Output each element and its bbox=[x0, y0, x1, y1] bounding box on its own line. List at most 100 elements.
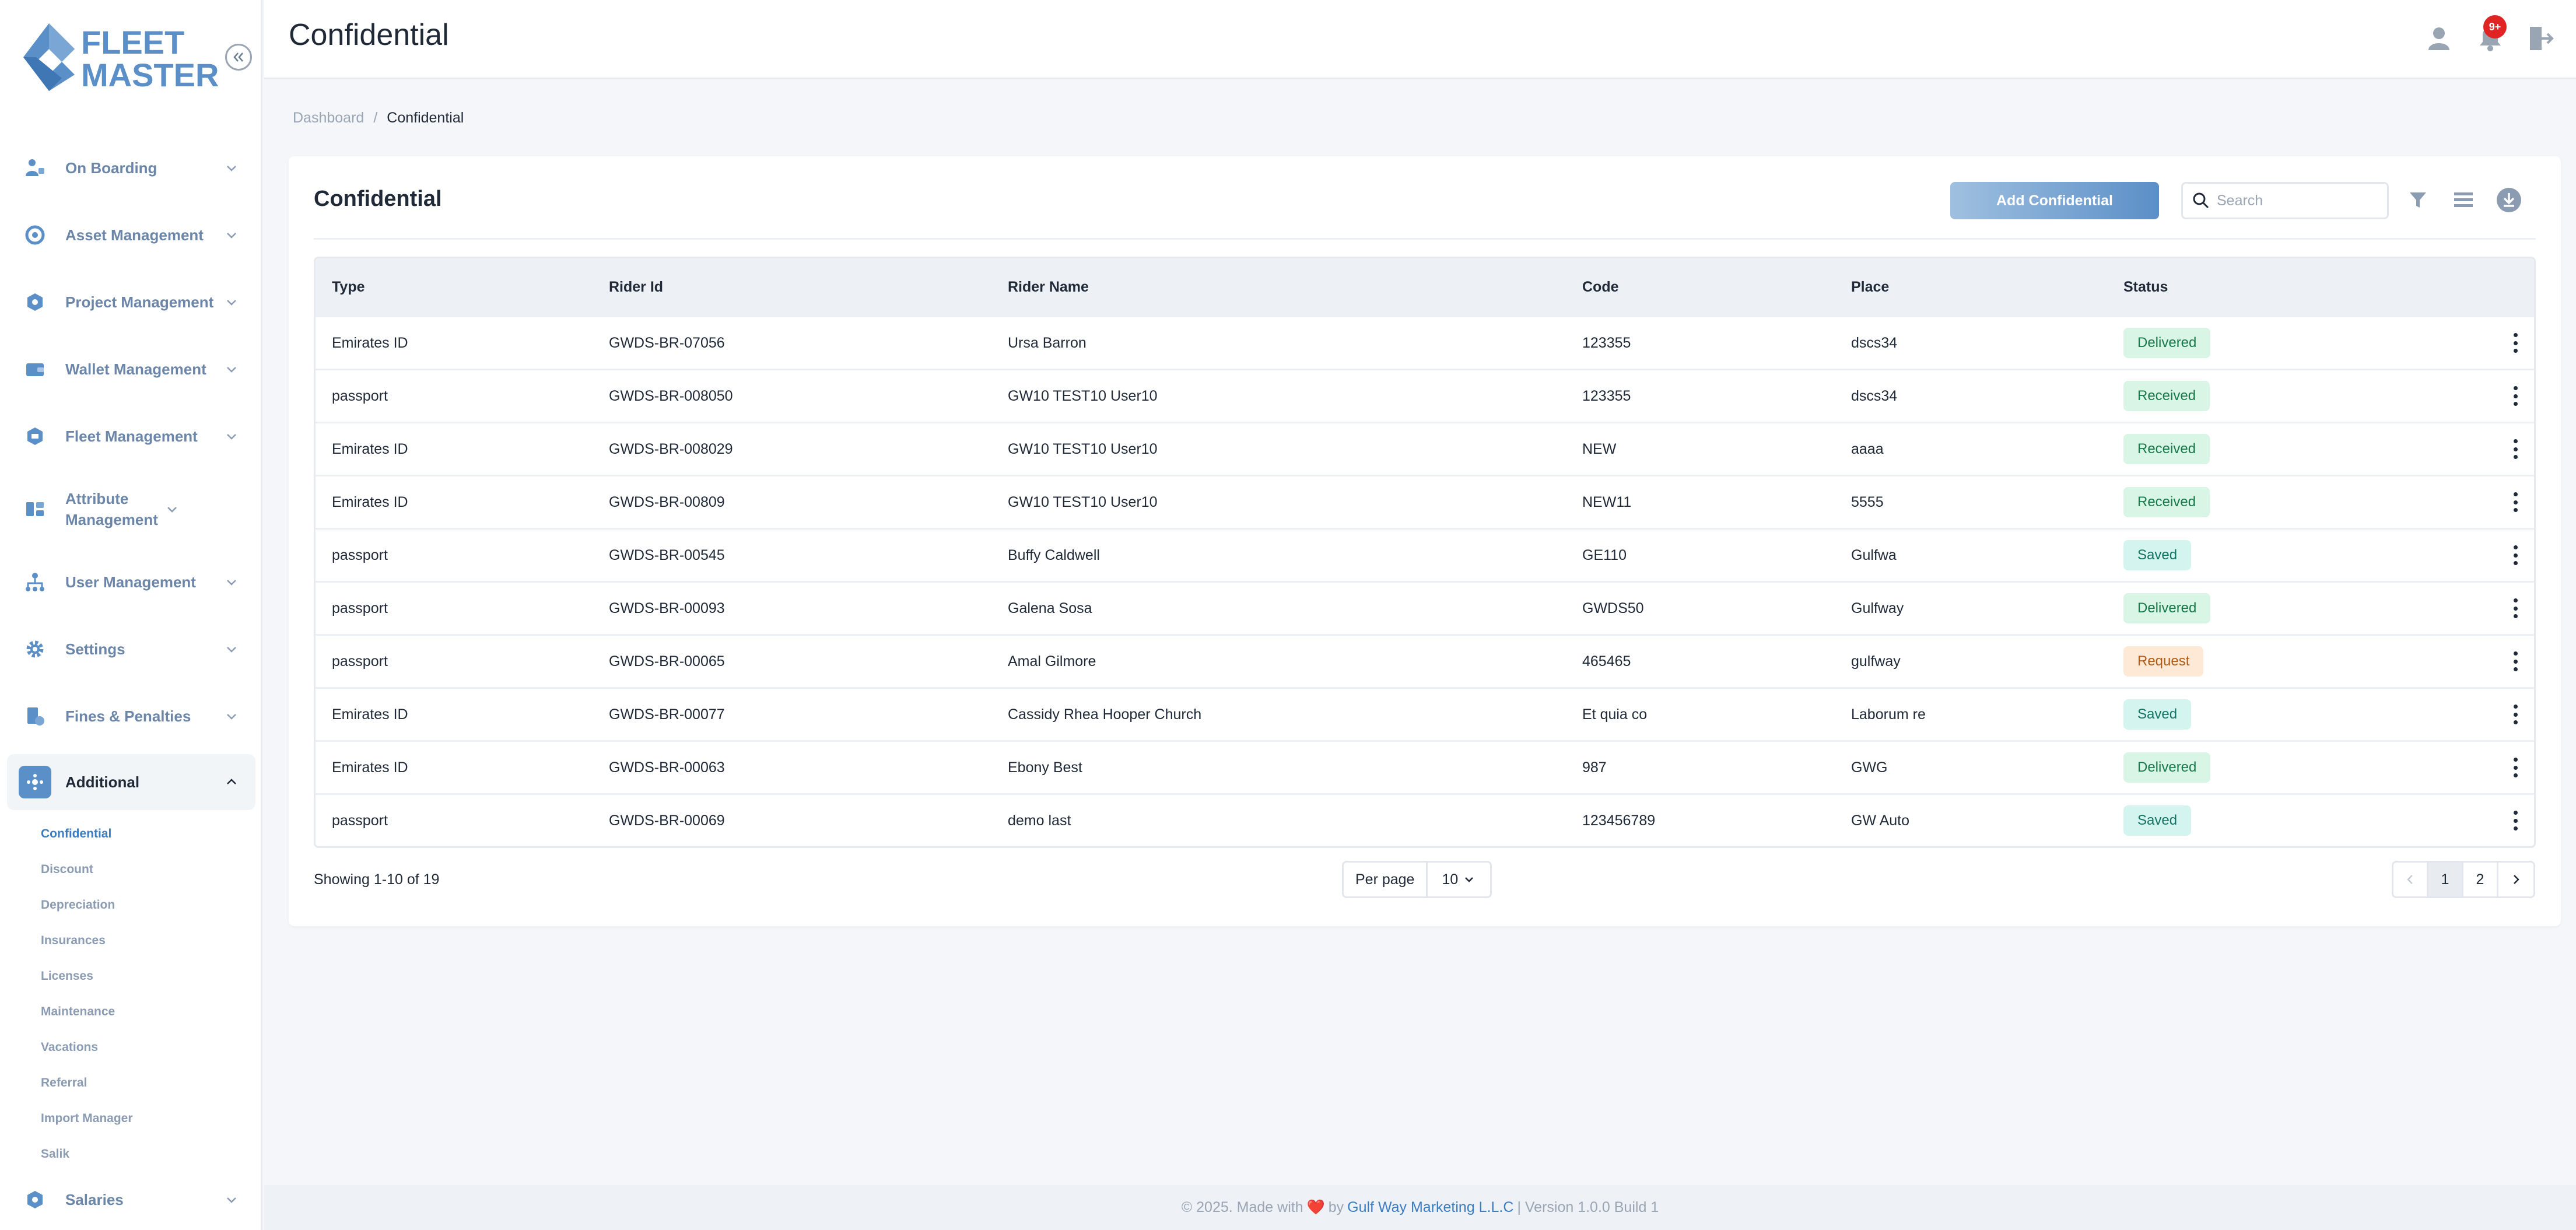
sidebar-item-user-management[interactable]: User Management bbox=[0, 548, 262, 615]
column-header-rider-name[interactable]: Rider Name bbox=[1008, 279, 1089, 296]
row-actions-kebab-icon[interactable] bbox=[2510, 650, 2521, 673]
fleet-master-logo[interactable]: FLEET MASTER bbox=[20, 21, 219, 93]
submenu-item-licenses[interactable]: Licenses bbox=[41, 958, 262, 994]
sidebar-item-label: Attribute Management bbox=[65, 489, 158, 528]
sidebar-item-wallet-management[interactable]: Wallet Management bbox=[0, 335, 262, 402]
column-header-rider-id[interactable]: Rider Id bbox=[609, 279, 663, 296]
download-button[interactable] bbox=[2496, 187, 2522, 213]
cell-type: Emirates ID bbox=[332, 440, 408, 457]
columns-button[interactable] bbox=[2450, 187, 2477, 213]
cell-type: passport bbox=[332, 546, 388, 563]
per-page-select[interactable]: Per page 10 bbox=[1342, 861, 1492, 898]
cell-code: Et quia co bbox=[1582, 706, 1648, 723]
table-row[interactable]: Emirates ID GWDS-BR-008029 GW10 TEST10 Use… bbox=[316, 422, 2534, 475]
breadcrumb-home-link[interactable]: Dashboard bbox=[293, 110, 364, 126]
row-actions-kebab-icon[interactable] bbox=[2510, 437, 2521, 461]
page-button-2[interactable]: 2 bbox=[2463, 863, 2498, 896]
sidebar-item-fleet-management[interactable]: Fleet Management bbox=[0, 402, 262, 469]
sidebar-item-salaries[interactable]: Salaries bbox=[0, 1172, 262, 1228]
cell-code: 123355 bbox=[1582, 387, 1631, 404]
cell-code: NEW11 bbox=[1582, 493, 1632, 510]
cell-code: NEW bbox=[1582, 440, 1617, 457]
sidebar-item-on-boarding[interactable]: On Boarding bbox=[0, 134, 262, 201]
cell-rider-name: GW10 TEST10 User10 bbox=[1008, 493, 1158, 510]
cell-type: passport bbox=[332, 812, 388, 829]
table-row[interactable]: passport GWDS-BR-00069 demo last 123456789 G… bbox=[316, 793, 2534, 846]
submenu-item-vacations[interactable]: Vacations bbox=[41, 1029, 262, 1065]
row-actions-kebab-icon[interactable] bbox=[2510, 331, 2521, 355]
table-row[interactable]: passport GWDS-BR-00545 Buffy Caldwell GE110… bbox=[316, 528, 2534, 581]
user-profile-icon[interactable] bbox=[2424, 23, 2454, 54]
row-actions-kebab-icon[interactable] bbox=[2510, 490, 2521, 514]
submenu-item-confidential[interactable]: Confidential bbox=[41, 816, 262, 851]
table-row[interactable]: Emirates ID GWDS-BR-00077 Cassidy Rhea Hoo… bbox=[316, 687, 2534, 740]
cell-type: passport bbox=[332, 653, 388, 670]
filter-button[interactable] bbox=[2405, 187, 2431, 213]
submenu-item-insurances[interactable]: Insurances bbox=[41, 923, 262, 958]
cell-rider-id: GWDS-BR-00093 bbox=[609, 600, 725, 616]
add-confidential-button[interactable]: Add Confidential bbox=[1950, 182, 2159, 219]
cell-rider-id: GWDS-BR-00063 bbox=[609, 759, 725, 776]
search-box[interactable] bbox=[2181, 182, 2389, 219]
search-icon bbox=[2193, 192, 2209, 209]
footer-company-link[interactable]: Gulf Way Marketing L.L.C bbox=[1347, 1199, 1513, 1216]
cell-rider-id: GWDS-BR-00069 bbox=[609, 812, 725, 829]
sidebar-item-project-management[interactable]: Project Management bbox=[0, 268, 262, 335]
column-header-status[interactable]: Status bbox=[2123, 279, 2168, 296]
column-header-type[interactable]: Type bbox=[332, 279, 365, 296]
showing-count: Showing 1-10 of 19 bbox=[314, 871, 440, 888]
row-actions-kebab-icon[interactable] bbox=[2510, 544, 2521, 567]
submenu-item-referral[interactable]: Referral bbox=[41, 1065, 262, 1101]
status-badge: Received bbox=[2123, 434, 2210, 464]
table-row[interactable]: Emirates ID GWDS-BR-00809 GW10 TEST10 User… bbox=[316, 475, 2534, 528]
cell-rider-name: GW10 TEST10 User10 bbox=[1008, 387, 1158, 404]
filter-icon bbox=[2410, 192, 2426, 208]
cell-code: GE110 bbox=[1582, 546, 1627, 563]
sidebar-item-additional[interactable]: Additional bbox=[7, 754, 255, 810]
sidebar-item-attribute-management[interactable]: Attribute Management bbox=[0, 469, 262, 548]
cell-place: Laborum re bbox=[1851, 706, 1926, 723]
logout-icon[interactable] bbox=[2525, 23, 2556, 54]
page-footer: © 2025. Made with ❤️ by Gulf Way Marketi… bbox=[264, 1185, 2576, 1230]
page-button-1[interactable]: 1 bbox=[2428, 863, 2463, 896]
cell-rider-id: GWDS-BR-00065 bbox=[609, 653, 725, 670]
submenu-item-discount[interactable]: Discount bbox=[41, 851, 262, 887]
cell-rider-id: GWDS-BR-00077 bbox=[609, 706, 725, 723]
row-actions-kebab-icon[interactable] bbox=[2510, 384, 2521, 408]
table-row[interactable]: Emirates ID GWDS-BR-07056 Ursa Barron 12335… bbox=[316, 316, 2534, 369]
row-actions-kebab-icon[interactable] bbox=[2510, 703, 2521, 726]
column-header-code[interactable]: Code bbox=[1582, 279, 1619, 296]
cell-place: gulfway bbox=[1851, 653, 1901, 670]
cell-code: 123355 bbox=[1582, 334, 1631, 351]
chevron-down-icon bbox=[227, 579, 236, 586]
table-row[interactable]: passport GWDS-BR-00065 Amal Gilmore 465465 g… bbox=[316, 634, 2534, 687]
page-title: Confidential bbox=[289, 18, 449, 52]
submenu-item-salik[interactable]: Salik bbox=[41, 1136, 262, 1172]
confidential-card: Confidential Add Confidential Type Rider… bbox=[289, 156, 2561, 926]
table-row[interactable]: passport GWDS-BR-008050 GW10 TEST10 User10… bbox=[316, 369, 2534, 422]
fleet-icon bbox=[23, 425, 47, 448]
cell-rider-id: GWDS-BR-07056 bbox=[609, 334, 725, 351]
list-icon bbox=[2454, 192, 2473, 207]
column-header-place[interactable]: Place bbox=[1851, 279, 1889, 296]
chevron-down-icon bbox=[227, 713, 236, 720]
prev-page-button[interactable] bbox=[2393, 863, 2428, 896]
submenu-item-maintenance[interactable]: Maintenance bbox=[41, 994, 262, 1029]
cell-rider-id: GWDS-BR-00545 bbox=[609, 546, 725, 563]
search-input[interactable] bbox=[2217, 192, 2380, 209]
submenu-item-depreciation[interactable]: Depreciation bbox=[41, 887, 262, 923]
table-row[interactable]: Emirates ID GWDS-BR-00063 Ebony Best 987 GWG… bbox=[316, 740, 2534, 793]
table-row[interactable]: passport GWDS-BR-00093 Galena Sosa GWDS50 Gu… bbox=[316, 581, 2534, 634]
sidebar-item-settings[interactable]: Settings bbox=[0, 615, 262, 682]
collapse-sidebar-button[interactable] bbox=[225, 44, 252, 71]
sidebar-item-asset-management[interactable]: Asset Management bbox=[0, 201, 262, 268]
sidebar-item-fines-penalties[interactable]: Fines & Penalties bbox=[0, 682, 262, 749]
cell-place: GWG bbox=[1851, 759, 1888, 776]
row-actions-kebab-icon[interactable] bbox=[2510, 809, 2521, 832]
asset-icon bbox=[23, 223, 47, 247]
next-page-button[interactable] bbox=[2498, 863, 2533, 896]
fines-icon bbox=[23, 705, 47, 728]
submenu-item-import-manager[interactable]: Import Manager bbox=[41, 1101, 262, 1136]
row-actions-kebab-icon[interactable] bbox=[2510, 756, 2521, 779]
row-actions-kebab-icon[interactable] bbox=[2510, 597, 2521, 620]
